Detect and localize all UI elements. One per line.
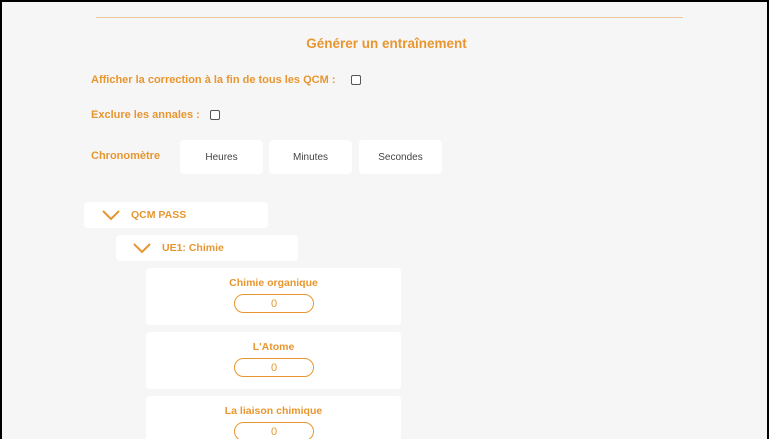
chrono-label: Chronomètre xyxy=(91,150,161,162)
chapter-title: Chimie organique xyxy=(229,277,318,289)
subject-accordion[interactable]: UE1: Chimie xyxy=(116,235,298,261)
question-count-value: 0 xyxy=(270,361,278,374)
hours-placeholder: Heures xyxy=(205,151,238,163)
show-correction-label: Afficher la correction à la fin de tous … xyxy=(91,74,336,86)
show-correction-checkbox[interactable] xyxy=(351,75,361,85)
hours-input[interactable]: Heures xyxy=(180,140,263,174)
exclude-annals-label: Exclure les annales : xyxy=(91,109,200,121)
minutes-placeholder: Minutes xyxy=(292,151,328,163)
minutes-input[interactable]: Minutes xyxy=(269,140,352,174)
question-count-value: 0 xyxy=(270,297,278,310)
top-divider xyxy=(96,17,683,18)
seconds-placeholder: Secondes xyxy=(378,151,423,163)
seconds-input[interactable]: Secondes xyxy=(359,140,442,174)
app-frame: Générer un entraînement Afficher la corr… xyxy=(0,0,769,439)
chevron-down-icon xyxy=(102,210,120,221)
chapter-title: L'Atome xyxy=(252,341,295,353)
question-count-input[interactable]: 0 xyxy=(234,358,314,377)
question-count-value: 0 xyxy=(270,425,278,438)
chapter-title: La liaison chimique xyxy=(224,405,323,417)
page-title: Générer un entraînement xyxy=(306,36,467,51)
chevron-down-icon xyxy=(133,243,151,254)
chapter-card: Chimie organique 0 xyxy=(146,268,401,325)
category-accordion[interactable]: QCM PASS xyxy=(84,202,268,228)
chapter-card: La liaison chimique 0 xyxy=(146,396,401,439)
category-label: QCM PASS xyxy=(131,209,187,221)
exclude-annals-checkbox[interactable] xyxy=(210,110,220,120)
chapter-card: L'Atome 0 xyxy=(146,332,401,389)
subject-label: UE1: Chimie xyxy=(162,242,224,254)
question-count-input[interactable]: 0 xyxy=(234,422,314,439)
question-count-input[interactable]: 0 xyxy=(234,294,314,313)
